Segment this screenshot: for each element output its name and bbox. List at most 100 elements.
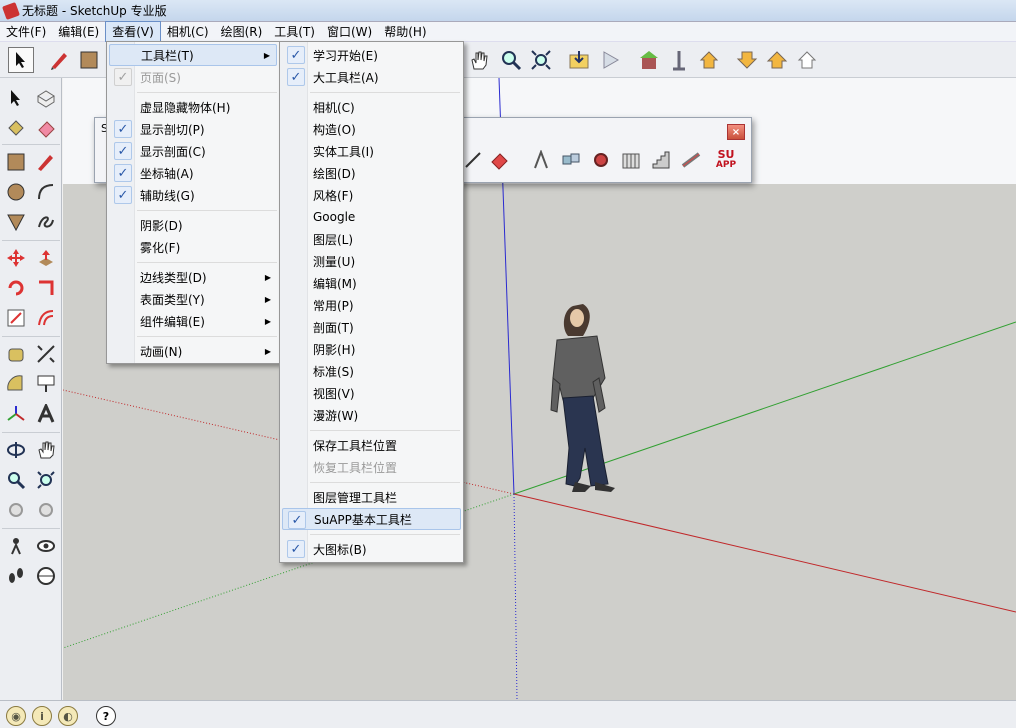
menu-draw[interactable]: 绘图(R) <box>215 22 269 41</box>
move-tool[interactable] <box>2 244 30 272</box>
toolbar-item-standard[interactable]: 标准(S) <box>282 360 461 382</box>
menu-edit[interactable]: 编辑(E) <box>52 22 105 41</box>
3d-text-tool[interactable] <box>32 400 60 428</box>
next-page-button[interactable] <box>598 47 624 73</box>
look-around-tool[interactable] <box>32 532 60 560</box>
view-menu-section-cuts[interactable]: ✓ 显示剖面(C) <box>109 140 277 162</box>
follow-me-tool[interactable] <box>32 274 60 302</box>
toolbar-item-save-positions[interactable]: 保存工具栏位置 <box>282 434 461 456</box>
view-menu-guides[interactable]: ✓ 辅助线(G) <box>109 184 277 206</box>
toolbar-item-walkthrough[interactable]: 漫游(W) <box>282 404 461 426</box>
menu-file[interactable]: 文件(F) <box>0 22 52 41</box>
protractor-tool[interactable] <box>2 370 30 398</box>
toolbar-item-edit[interactable]: 编辑(M) <box>282 272 461 294</box>
toolbar-item-construction[interactable]: 构造(O) <box>282 118 461 140</box>
view-menu-axes[interactable]: ✓ 坐标轴(A) <box>109 162 277 184</box>
section-plane-tool[interactable] <box>32 562 60 590</box>
share-model-button[interactable] <box>696 47 722 73</box>
view-menu-section-planes[interactable]: ✓ 显示剖切(P) <box>109 118 277 140</box>
toolbar-item-views[interactable]: 视图(V) <box>282 382 461 404</box>
offset-tool[interactable] <box>32 304 60 332</box>
suapp-tool-8[interactable] <box>677 146 705 174</box>
toolbar-item-large-toolset[interactable]: ✓ 大工具栏(A) <box>282 66 461 88</box>
pan-tool-button[interactable] <box>466 47 492 73</box>
share-component-button[interactable] <box>764 47 790 73</box>
suapp-tool-4[interactable] <box>557 146 585 174</box>
toolbar-item-layers[interactable]: 图层(L) <box>282 228 461 250</box>
next-view-tool[interactable] <box>32 496 60 524</box>
warehouse-button[interactable] <box>636 47 662 73</box>
select-tool-left[interactable] <box>2 84 30 112</box>
paint-bucket-tool[interactable] <box>2 114 30 142</box>
pan-tool-left[interactable] <box>32 436 60 464</box>
suapp-tool-6[interactable] <box>617 146 645 174</box>
select-tool-button[interactable] <box>8 47 34 73</box>
suapp-tool-7[interactable] <box>647 146 675 174</box>
toolbar-item-styles[interactable]: 风格(F) <box>282 184 461 206</box>
menu-window[interactable]: 窗口(W) <box>321 22 378 41</box>
eraser-tool[interactable] <box>32 114 60 142</box>
rectangle-tool-left[interactable] <box>2 148 30 176</box>
toolbar-item-google[interactable]: Google <box>282 206 461 228</box>
menu-tools[interactable]: 工具(T) <box>268 22 321 41</box>
rotate-tool[interactable] <box>2 274 30 302</box>
zoom-tool-button[interactable] <box>498 47 524 73</box>
previous-view-tool[interactable] <box>2 496 30 524</box>
rectangle-tool-button[interactable] <box>76 47 102 73</box>
menu-camera[interactable]: 相机(C) <box>161 22 215 41</box>
credits-button[interactable]: i <box>32 706 52 726</box>
view-menu-animation[interactable]: 动画(N) ▶ <box>109 340 277 362</box>
line-tool[interactable] <box>32 148 60 176</box>
toolbar-item-large-icons[interactable]: ✓ 大图标(B) <box>282 538 461 560</box>
view-menu-shadows[interactable]: 阴影(D) <box>109 214 277 236</box>
push-pull-tool[interactable] <box>32 244 60 272</box>
suapp-logo-button[interactable]: SU APP <box>711 146 741 174</box>
view-menu-fog[interactable]: 雾化(F) <box>109 236 277 258</box>
view-menu-face-style[interactable]: 表面类型(Y) ▶ <box>109 288 277 310</box>
toolbar-item-principal[interactable]: 常用(P) <box>282 294 461 316</box>
arc-tool[interactable] <box>32 178 60 206</box>
suapp-tool-3[interactable] <box>527 146 555 174</box>
circle-tool[interactable] <box>2 178 30 206</box>
polygon-tool[interactable] <box>2 208 30 236</box>
toolbar-item-measurements[interactable]: 测量(U) <box>282 250 461 272</box>
axes-tool[interactable] <box>2 400 30 428</box>
orbit-tool[interactable] <box>2 436 30 464</box>
freehand-tool[interactable] <box>32 208 60 236</box>
toolbar-item-solid-tools[interactable]: 实体工具(I) <box>282 140 461 162</box>
scale-tool[interactable] <box>2 304 30 332</box>
make-component-tool[interactable] <box>32 84 60 112</box>
menu-help[interactable]: 帮助(H) <box>378 22 432 41</box>
view-menu-toolbars[interactable]: 工具栏(T) ▶ <box>109 44 277 66</box>
dimension-tool[interactable] <box>32 340 60 368</box>
toolbar-item-drawing[interactable]: 绘图(D) <box>282 162 461 184</box>
walk-tool[interactable] <box>2 562 30 590</box>
zoom-extents-button[interactable] <box>528 47 554 73</box>
text-tool[interactable] <box>32 370 60 398</box>
view-menu-component-edit[interactable]: 组件编辑(E) ▶ <box>109 310 277 332</box>
help-button[interactable]: ? <box>96 706 116 726</box>
view-menu-edge-style[interactable]: 边线类型(D) ▶ <box>109 266 277 288</box>
component-button[interactable] <box>666 47 692 73</box>
export-button[interactable] <box>566 47 592 73</box>
view-menu-hidden-geometry[interactable]: 虚显隐藏物体(H) <box>109 96 277 118</box>
toolbar-item-layer-manager[interactable]: 图层管理工具栏 <box>282 486 461 508</box>
toolbar-item-shadows[interactable]: 阴影(H) <box>282 338 461 360</box>
toolbar-item-getting-started[interactable]: ✓ 学习开始(E) <box>282 44 461 66</box>
geolocation-button[interactable]: ◉ <box>6 706 26 726</box>
toolbar-item-sections[interactable]: 剖面(T) <box>282 316 461 338</box>
user-button[interactable]: ◐ <box>58 706 78 726</box>
pencil-tool-button[interactable] <box>46 47 72 73</box>
menu-view[interactable]: 查看(V) <box>105 21 161 42</box>
zoom-tool-left[interactable] <box>2 466 30 494</box>
zoom-window-tool[interactable] <box>32 466 60 494</box>
position-camera-tool[interactable] <box>2 532 30 560</box>
get-models-button[interactable] <box>734 47 760 73</box>
toolbar-item-suapp-basic[interactable]: ✓ SuAPP基本工具栏 <box>282 508 461 530</box>
toolbar-item-camera[interactable]: 相机(C) <box>282 96 461 118</box>
suapp-tool-2[interactable] <box>485 146 513 174</box>
suapp-tool-5[interactable] <box>587 146 615 174</box>
close-button[interactable]: × <box>727 124 745 140</box>
extension-button[interactable] <box>794 47 820 73</box>
tape-measure-tool[interactable] <box>2 340 30 368</box>
